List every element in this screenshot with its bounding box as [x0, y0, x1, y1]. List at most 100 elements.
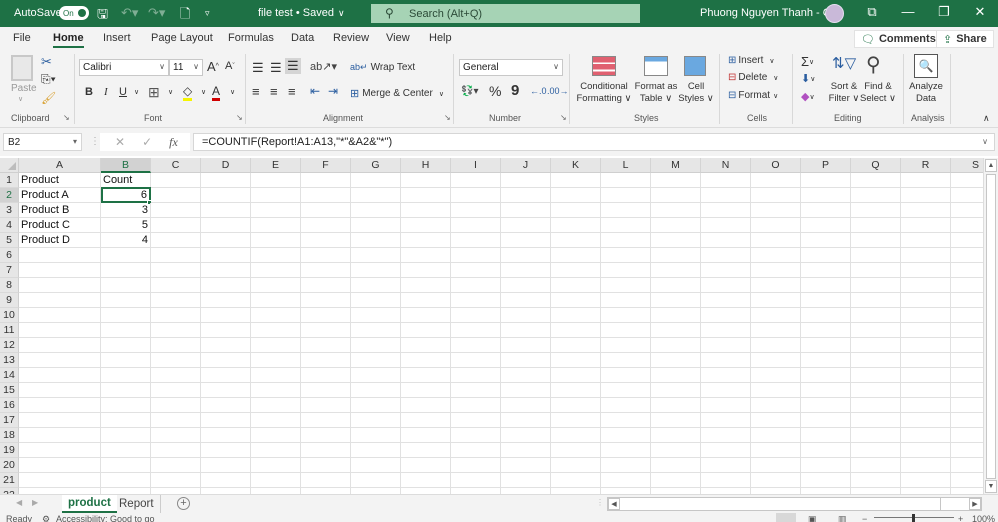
cell-j11[interactable]	[501, 323, 551, 338]
cell-h5[interactable]	[401, 233, 451, 248]
cell-n19[interactable]	[701, 443, 751, 458]
cell-n6[interactable]	[701, 248, 751, 263]
cell-i21[interactable]	[451, 473, 501, 488]
cell-o7[interactable]	[751, 263, 801, 278]
cell-d7[interactable]	[201, 263, 251, 278]
cell-l15[interactable]	[601, 383, 651, 398]
fill-icon[interactable]: ⬇ ∨	[801, 72, 815, 85]
scroll-down-icon[interactable]: ▼	[985, 480, 997, 493]
cell-a14[interactable]	[19, 368, 101, 383]
cell-i12[interactable]	[451, 338, 501, 353]
cell-h10[interactable]	[401, 308, 451, 323]
collapse-ribbon-icon[interactable]: ∧	[983, 113, 990, 124]
cell-b13[interactable]	[101, 353, 151, 368]
cell-e5[interactable]	[251, 233, 301, 248]
cell-k19[interactable]	[551, 443, 601, 458]
vertical-scroll-thumb[interactable]	[986, 174, 996, 479]
cell-e16[interactable]	[251, 398, 301, 413]
cell-b17[interactable]	[101, 413, 151, 428]
bold-button[interactable]: B	[85, 86, 93, 98]
cell-b14[interactable]	[101, 368, 151, 383]
cell-o14[interactable]	[751, 368, 801, 383]
cell-p11[interactable]	[801, 323, 851, 338]
cell-n17[interactable]	[701, 413, 751, 428]
cell-a15[interactable]	[19, 383, 101, 398]
cell-r14[interactable]	[901, 368, 951, 383]
cell-e9[interactable]	[251, 293, 301, 308]
paste-dropdown-icon[interactable]: ∨	[18, 95, 23, 103]
cell-m18[interactable]	[651, 428, 701, 443]
cell-k5[interactable]	[551, 233, 601, 248]
cell-g21[interactable]	[351, 473, 401, 488]
cell-b8[interactable]	[101, 278, 151, 293]
cell-c18[interactable]	[151, 428, 201, 443]
cell-r19[interactable]	[901, 443, 951, 458]
find-select-button[interactable]: Find & Select ∨	[859, 81, 897, 105]
cell-c6[interactable]	[151, 248, 201, 263]
cell-n5[interactable]	[701, 233, 751, 248]
cell-p20[interactable]	[801, 458, 851, 473]
cell-o1[interactable]	[751, 173, 801, 188]
cell-b7[interactable]	[101, 263, 151, 278]
tab-data[interactable]: Data	[291, 32, 314, 44]
cell-j15[interactable]	[501, 383, 551, 398]
cell-q10[interactable]	[851, 308, 901, 323]
redo-icon[interactable]: ↷▾	[148, 5, 165, 21]
cell-m6[interactable]	[651, 248, 701, 263]
cell-p8[interactable]	[801, 278, 851, 293]
cell-i1[interactable]	[451, 173, 501, 188]
cell-j8[interactable]	[501, 278, 551, 293]
cell-j13[interactable]	[501, 353, 551, 368]
cell-b11[interactable]	[101, 323, 151, 338]
row-header-3[interactable]: 3	[0, 203, 19, 218]
cell-h9[interactable]	[401, 293, 451, 308]
cell-c7[interactable]	[151, 263, 201, 278]
cell-m21[interactable]	[651, 473, 701, 488]
cell-e2[interactable]	[251, 188, 301, 203]
cell-q13[interactable]	[851, 353, 901, 368]
cell-p19[interactable]	[801, 443, 851, 458]
cell-r16[interactable]	[901, 398, 951, 413]
row-header-11[interactable]: 11	[0, 323, 19, 338]
align-right-icon[interactable]: ≡	[288, 84, 296, 99]
cell-o6[interactable]	[751, 248, 801, 263]
cell-i5[interactable]	[451, 233, 501, 248]
column-header-a[interactable]: A	[19, 158, 101, 173]
align-center-icon[interactable]: ≡	[270, 84, 278, 99]
cell-c8[interactable]	[151, 278, 201, 293]
cell-k6[interactable]	[551, 248, 601, 263]
name-box[interactable]: B2 ▾	[3, 133, 82, 151]
cell-e14[interactable]	[251, 368, 301, 383]
cell-f11[interactable]	[301, 323, 351, 338]
cell-g14[interactable]	[351, 368, 401, 383]
share-button[interactable]: ⇪ Share	[936, 30, 994, 48]
cell-p6[interactable]	[801, 248, 851, 263]
row-header-13[interactable]: 13	[0, 353, 19, 368]
align-left-icon[interactable]: ≡	[252, 84, 260, 99]
cell-r13[interactable]	[901, 353, 951, 368]
cell-b16[interactable]	[101, 398, 151, 413]
cell-a1[interactable]: Product	[19, 173, 101, 188]
cell-m2[interactable]	[651, 188, 701, 203]
row-header-8[interactable]: 8	[0, 278, 19, 293]
cell-i7[interactable]	[451, 263, 501, 278]
column-header-r[interactable]: R	[901, 158, 951, 173]
vertical-scrollbar[interactable]: ▲ ▼	[983, 158, 998, 494]
cell-q17[interactable]	[851, 413, 901, 428]
column-header-n[interactable]: N	[701, 158, 751, 173]
cell-g7[interactable]	[351, 263, 401, 278]
cell-f16[interactable]	[301, 398, 351, 413]
column-header-p[interactable]: P	[801, 158, 851, 173]
cell-k17[interactable]	[551, 413, 601, 428]
cell-k4[interactable]	[551, 218, 601, 233]
cell-m16[interactable]	[651, 398, 701, 413]
zoom-in-icon[interactable]: +	[958, 514, 963, 522]
cell-r2[interactable]	[901, 188, 951, 203]
column-header-m[interactable]: M	[651, 158, 701, 173]
cell-m15[interactable]	[651, 383, 701, 398]
number-launcher-icon[interactable]: ↘	[560, 113, 567, 122]
increase-indent-icon[interactable]: ⇥	[328, 84, 338, 98]
underline-button[interactable]: U	[119, 86, 127, 98]
cell-d18[interactable]	[201, 428, 251, 443]
cell-d10[interactable]	[201, 308, 251, 323]
